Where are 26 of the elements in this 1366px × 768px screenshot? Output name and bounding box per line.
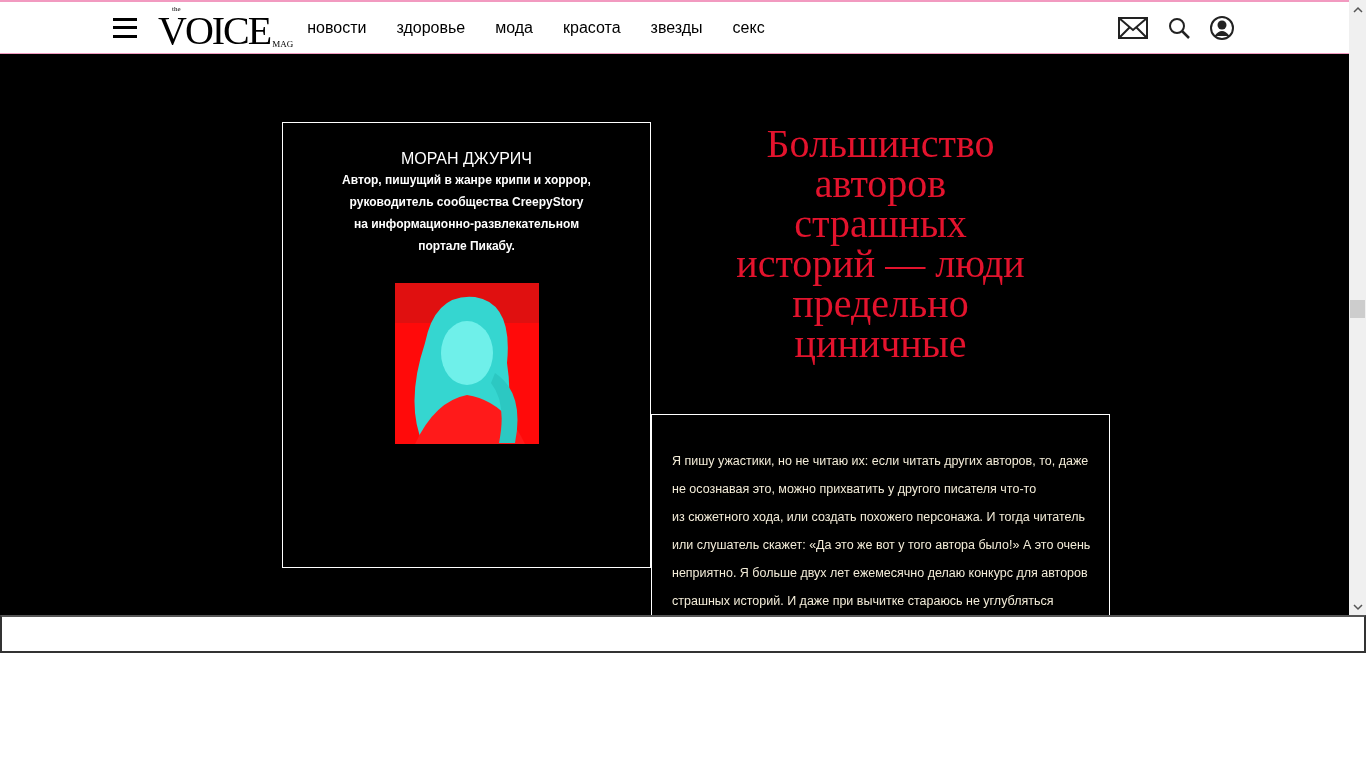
scroll-thumb[interactable] — [1350, 299, 1365, 318]
nav-link[interactable]: мода — [495, 15, 533, 40]
nav-link[interactable]: звезды — [650, 15, 703, 40]
nav-link[interactable]: здоровье — [396, 15, 466, 40]
author-name: МОРАН ДЖУРИЧ — [401, 149, 532, 169]
scroll-down-icon[interactable] — [1352, 602, 1363, 612]
quote-line: из сюжетного хода, или создать похожего персонажа. И тогда читатель — [672, 509, 1086, 526]
scrollbar[interactable] — [1349, 0, 1366, 615]
quote-line: Я пишу ужастики, но не читаю их: если читать других авторов, то, даже — [672, 453, 1090, 470]
menu-icon[interactable] — [113, 17, 137, 38]
mail-icon[interactable] — [1118, 16, 1148, 39]
scroll-up-icon[interactable] — [1352, 5, 1363, 15]
quote-line: или слушатель скажет: «Да это же вот у того автора было!» А это очень — [672, 537, 1092, 554]
author-bio-line: на информационно-развлекательном — [354, 216, 579, 233]
quote-line: неприятно. Я больше двух лет ежемесячно делаю конкурс для авторов — [672, 565, 1089, 582]
search-icon[interactable] — [1168, 16, 1190, 39]
author-bio-line: Автор, пишущий в жанре крипи и хоррор, — [342, 172, 591, 189]
quote-line: не осознавая это, можно прихватить у другого писателя что-то — [672, 481, 1038, 498]
author-bio-line: руководитель сообщества CreepyStory — [349, 194, 584, 211]
nav-link[interactable]: красота — [563, 15, 621, 40]
user-icon[interactable] — [1210, 15, 1234, 40]
nav-link[interactable]: секс — [732, 15, 765, 40]
headline: Большинство авторов страшных историй — люди предельно циничные — [736, 124, 1025, 364]
quote-line: страшных историй. И даже при вычитке стараюсь не углубляться — [672, 593, 1055, 610]
author-bio-line: портале Пикабу. — [418, 238, 515, 255]
nav-link[interactable]: новости — [307, 15, 367, 40]
